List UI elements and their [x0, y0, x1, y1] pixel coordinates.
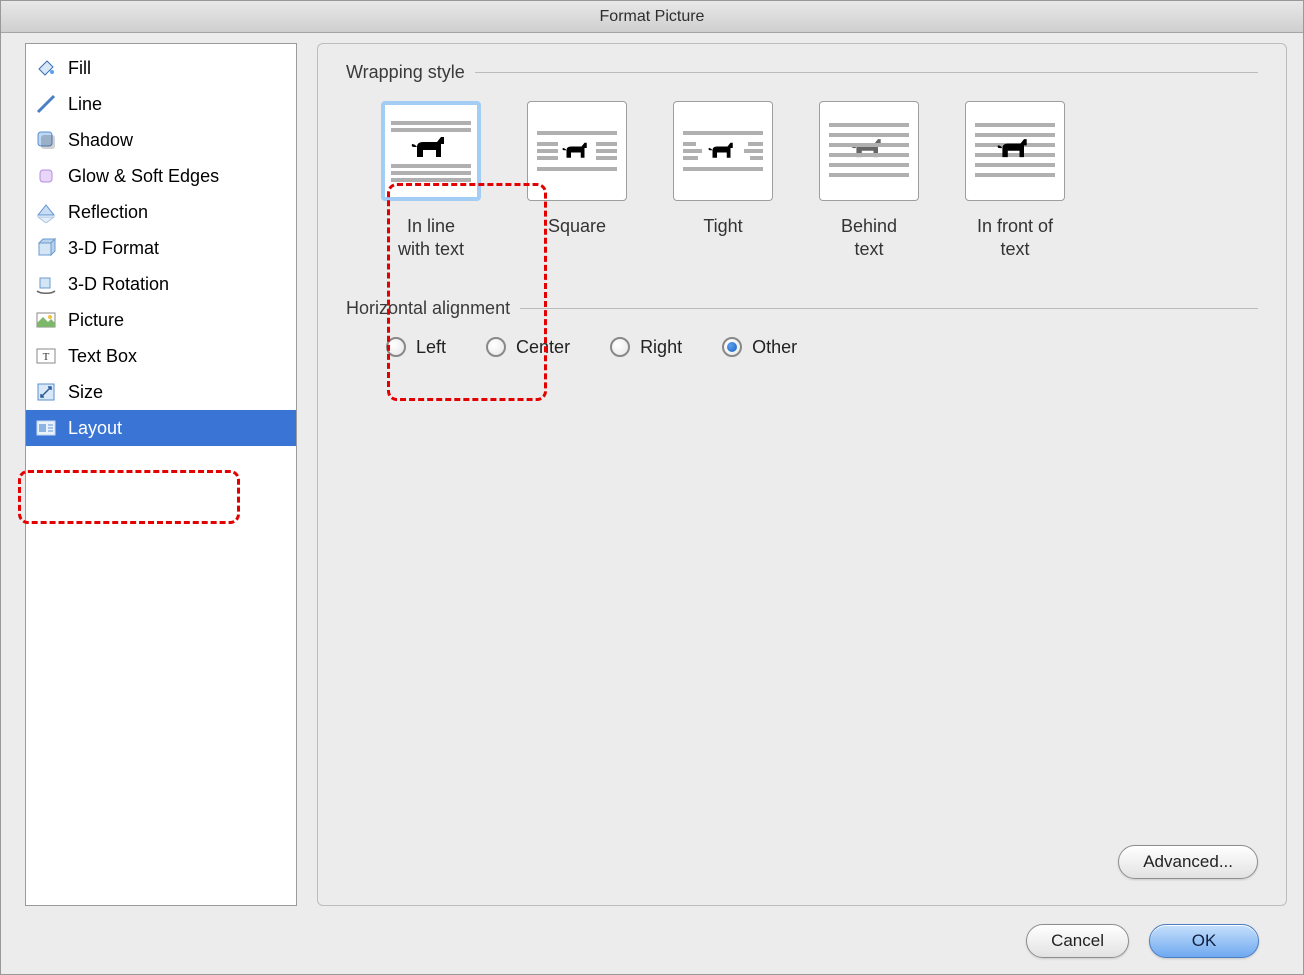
alignment-options: Left Center Right Other [386, 337, 1258, 358]
svg-text:T: T [43, 351, 50, 363]
radio-label: Left [416, 337, 446, 358]
radio-icon [722, 337, 742, 357]
picture-icon [34, 308, 58, 332]
text-box-icon: T [34, 344, 58, 368]
wrap-label: Tight [703, 215, 742, 238]
layout-icon [34, 416, 58, 440]
sidebar-item-glow[interactable]: Glow & Soft Edges [26, 158, 296, 194]
sidebar-item-label: Picture [68, 310, 124, 331]
wrap-thumb-behind [819, 101, 919, 201]
paint-bucket-icon [34, 56, 58, 80]
rotation-icon [34, 272, 58, 296]
wrap-label: In line with text [398, 215, 464, 262]
wrap-thumb-square [527, 101, 627, 201]
radio-label: Right [640, 337, 682, 358]
sidebar-item-fill[interactable]: Fill [26, 50, 296, 86]
radio-other[interactable]: Other [722, 337, 797, 358]
dog-icon [562, 138, 592, 164]
advanced-row: Advanced... [346, 845, 1258, 887]
wrapping-style-section: Wrapping style [346, 62, 1258, 83]
section-title: Wrapping style [346, 62, 465, 83]
wrap-option-square[interactable]: Square [522, 101, 632, 262]
wrap-thumb-inline [381, 101, 481, 201]
sidebar-item-label: 3-D Rotation [68, 274, 169, 295]
sidebar-item-layout[interactable]: Layout [26, 410, 296, 446]
dog-icon [997, 137, 1033, 165]
wrap-label: Square [548, 215, 606, 238]
size-icon [34, 380, 58, 404]
sidebar-item-shadow[interactable]: Shadow [26, 122, 296, 158]
sidebar-item-line[interactable]: Line [26, 86, 296, 122]
radio-right[interactable]: Right [610, 337, 682, 358]
sidebar-item-label: Shadow [68, 130, 133, 151]
glow-icon [34, 164, 58, 188]
radio-label: Center [516, 337, 570, 358]
sidebar-item-label: Fill [68, 58, 91, 79]
horizontal-alignment-section: Horizontal alignment [346, 298, 1258, 319]
sidebar-item-3d-format[interactable]: 3-D Format [26, 230, 296, 266]
sidebar-item-label: Glow & Soft Edges [68, 166, 219, 187]
layout-panel: Wrapping style In line with text [317, 43, 1287, 906]
window-title: Format Picture [600, 8, 705, 26]
sidebar-item-label: Line [68, 94, 102, 115]
advanced-button[interactable]: Advanced... [1118, 845, 1258, 879]
wrap-thumb-tight [673, 101, 773, 201]
sidebar-item-reflection[interactable]: Reflection [26, 194, 296, 230]
sidebar-item-size[interactable]: Size [26, 374, 296, 410]
sidebar-item-picture[interactable]: Picture [26, 302, 296, 338]
radio-center[interactable]: Center [486, 337, 570, 358]
button-label: Advanced... [1143, 852, 1233, 872]
divider [520, 308, 1258, 309]
wrap-option-front[interactable]: In front of text [960, 101, 1070, 262]
content-row: Fill Line Shadow [25, 43, 1287, 906]
line-icon [34, 92, 58, 116]
divider [475, 72, 1258, 73]
ok-button[interactable]: OK [1149, 924, 1259, 958]
sidebar: Fill Line Shadow [25, 43, 297, 906]
wrap-thumb-front [965, 101, 1065, 201]
sidebar-item-label: Layout [68, 418, 122, 439]
section-title: Horizontal alignment [346, 298, 510, 319]
button-label: Cancel [1051, 931, 1104, 951]
dog-icon [851, 137, 887, 165]
radio-icon [386, 337, 406, 357]
sidebar-item-label: 3-D Format [68, 238, 159, 259]
dog-icon [708, 138, 738, 164]
titlebar: Format Picture [1, 1, 1303, 33]
sidebar-item-3d-rotation[interactable]: 3-D Rotation [26, 266, 296, 302]
sidebar-item-text-box[interactable]: T Text Box [26, 338, 296, 374]
dog-icon [407, 135, 455, 161]
wrap-option-tight[interactable]: Tight [668, 101, 778, 262]
button-label: OK [1192, 931, 1217, 951]
wrap-option-behind[interactable]: Behind text [814, 101, 924, 262]
shadow-icon [34, 128, 58, 152]
dialog-footer: Cancel OK [25, 906, 1287, 958]
cancel-button[interactable]: Cancel [1026, 924, 1129, 958]
wrap-label: Behind text [841, 215, 897, 262]
format-picture-dialog: Format Picture Fill Line [0, 0, 1304, 975]
wrap-label: In front of text [977, 215, 1053, 262]
sidebar-item-label: Text Box [68, 346, 137, 367]
radio-left[interactable]: Left [386, 337, 446, 358]
sidebar-item-label: Reflection [68, 202, 148, 223]
dialog-body: Fill Line Shadow [1, 33, 1303, 974]
radio-icon [610, 337, 630, 357]
radio-label: Other [752, 337, 797, 358]
wrapping-options: In line with text [376, 101, 1258, 262]
sidebar-item-label: Size [68, 382, 103, 403]
wrap-option-inline[interactable]: In line with text [376, 101, 486, 262]
reflection-icon [34, 200, 58, 224]
cube-icon [34, 236, 58, 260]
radio-icon [486, 337, 506, 357]
